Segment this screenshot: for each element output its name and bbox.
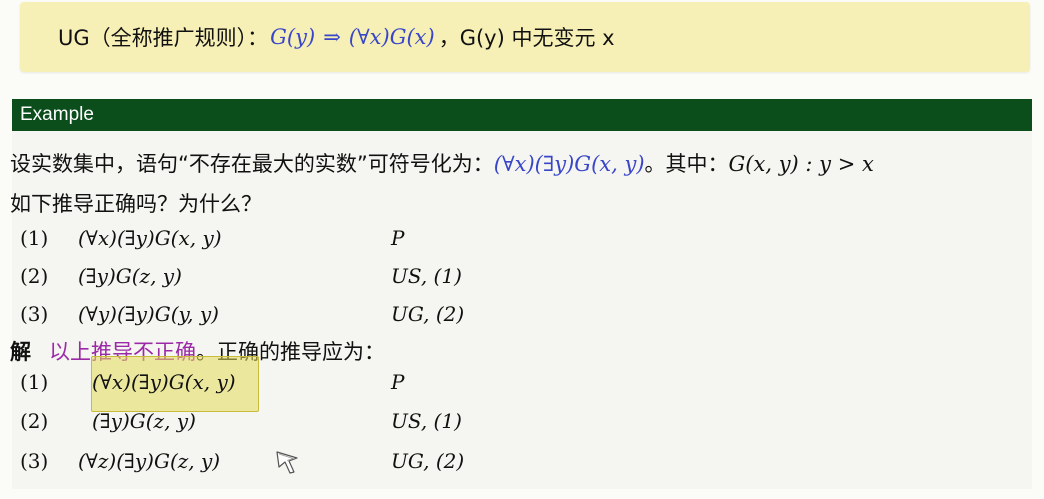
wrong-step-3-reason: UG, (2) [391, 302, 465, 326]
wrong-step-3-formula: (∀y)(∃y)G(y, y) [78, 302, 219, 326]
statement-formula: (∀x)(∃y)G(x, y) [493, 152, 645, 176]
wrong-step-2-number: (2) [20, 264, 49, 288]
example-header: Example [12, 99, 1032, 131]
wrong-step-1-reason: P [391, 226, 405, 250]
wrong-step-2-reason: US, (1) [391, 264, 462, 288]
correct-step-1-reason: P [391, 370, 405, 394]
correct-step-1-formula: (∀x)(∃y)G(x, y) [92, 370, 236, 394]
rule-arrow: ⇒ [323, 25, 341, 49]
statement-mid: 。其中： [644, 152, 729, 176]
statement-definition: G(x, y) : y > x [728, 152, 874, 176]
pointer-cursor-icon [276, 451, 298, 474]
statement-prefix: 设实数集中，语句“不存在最大的实数”可符号化为： [10, 152, 494, 176]
solution-label: 解 [10, 340, 31, 364]
wrong-step-3-number: (3) [20, 302, 49, 326]
correct-step-1-number: (1) [20, 370, 49, 394]
correct-step-2-number: (2) [20, 409, 49, 433]
wrong-step-2-formula: (∃y)G(z, y) [78, 264, 182, 288]
example-question: 如下推导正确吗？为什么？ [10, 192, 262, 216]
correct-step-3-reason: UG, (2) [391, 449, 465, 473]
wrong-step-1-formula: (∀x)(∃y)G(x, y) [78, 226, 222, 250]
rule-prefix: UG（全称推广规则）： [58, 26, 269, 50]
ug-rule-box: UG（全称推广规则）： G(y) ⇒ (∀x)G(x) ，G(y) 中无变元 x [20, 2, 1030, 72]
rule-premise: G(y) [270, 25, 316, 49]
example-statement: 设实数集中，语句“不存在最大的实数”可符号化为：(∀x)(∃y)G(x, y)。… [10, 148, 874, 178]
rule-suffix: ，G(y) 中无变元 x [438, 26, 615, 50]
rule-conclusion: (∀x)G(x) [348, 25, 435, 49]
correct-step-3-formula: (∀z)(∃y)G(z, y) [78, 449, 221, 473]
correct-step-2-formula: (∃y)G(z, y) [92, 409, 196, 433]
slide-page: UG（全称推广规则）： G(y) ⇒ (∀x)G(x) ，G(y) 中无变元 x… [0, 0, 1044, 499]
correct-step-3-number: (3) [20, 449, 49, 473]
correct-step-2-reason: US, (1) [391, 409, 462, 433]
wrong-step-1-number: (1) [20, 226, 49, 250]
